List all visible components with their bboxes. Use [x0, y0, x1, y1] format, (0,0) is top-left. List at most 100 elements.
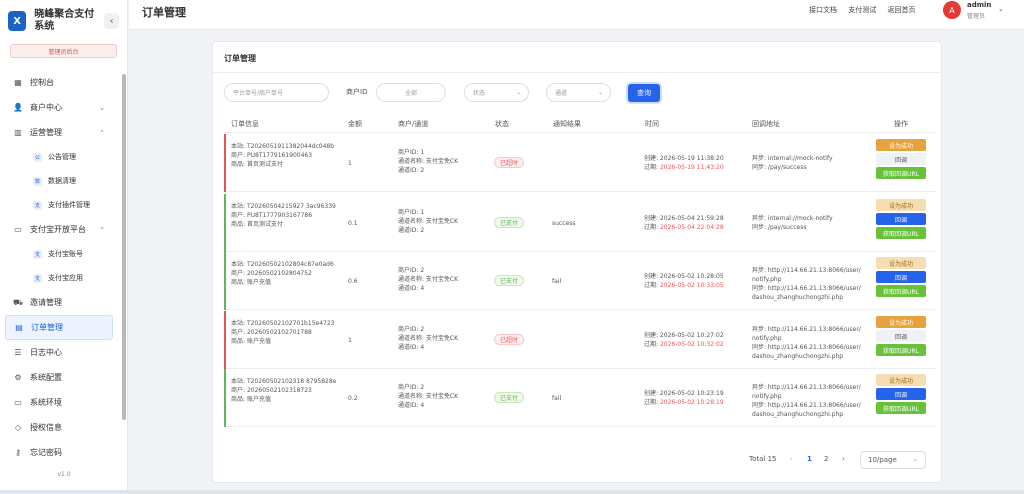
local-order: 本站: T20260502102804c87e0ad6: [231, 260, 341, 269]
sidebar-item-alipay-platform[interactable]: ▭ 支付宝开放平台 ⌃: [0, 217, 127, 242]
avatar[interactable]: A: [943, 1, 961, 19]
callback-button[interactable]: 回调: [876, 153, 926, 165]
merchant-channel: 商户ID: 2 通道名称: 支付宝免CK 通道ID: 4: [398, 266, 458, 293]
horizontal-scrollbar[interactable]: [0, 490, 1024, 494]
get-callback-url-button[interactable]: 获取回调URL: [876, 344, 926, 356]
merchant-id: 商户ID: 2: [398, 384, 425, 391]
sidebar-subitem-plugin-mgmt[interactable]: 支支付插件管理: [0, 193, 127, 217]
sidebar-item-config[interactable]: ⚙ 系统配置: [0, 365, 127, 390]
role-tag: 管理员后台: [10, 44, 117, 58]
col-amount: 金额: [348, 120, 362, 128]
user-icon: 👤: [13, 103, 23, 112]
shield-icon: ◇: [14, 423, 22, 432]
channel-id: 通道ID: 2: [398, 227, 425, 234]
callback-urls: 异步: http://114.66.21.13:8066/user/notify…: [752, 383, 862, 419]
merchant-order-label: 商户:: [231, 270, 246, 277]
goods-label: 商品:: [231, 161, 246, 168]
get-callback-url-button[interactable]: 获取回调URL: [876, 285, 926, 297]
set-success-button[interactable]: 设为成功: [876, 139, 926, 151]
order-info: 本站: T20260502102804c87e0ad6 商户: 20260502…: [231, 260, 341, 287]
sidebar-item-label: 授权信息: [30, 423, 62, 432]
callback-button[interactable]: 回调: [876, 388, 926, 400]
async-url: 异步: http://114.66.21.13:8066/user/notify…: [752, 267, 861, 283]
monitor-icon: ▭: [14, 398, 22, 407]
chevron-down-icon[interactable]: ⌄: [998, 5, 1004, 13]
callback-button[interactable]: 回调: [876, 271, 926, 283]
page-2[interactable]: 2: [824, 455, 828, 463]
plugin-icon: 支: [33, 200, 42, 210]
local-order-label: 本站:: [231, 378, 246, 385]
page-size-select[interactable]: 10/page ⌄: [860, 451, 926, 469]
gear-icon: ⚙: [14, 373, 22, 382]
sidebar-item-forgot-password[interactable]: ⚷ 忘记密码: [0, 440, 127, 465]
set-success-button[interactable]: 设为成功: [876, 257, 926, 269]
row-status-bar: [224, 369, 226, 427]
query-button[interactable]: 查询: [628, 84, 660, 102]
sidebar-subitem-data-cleanup[interactable]: 数数据清理: [0, 169, 127, 193]
prev-page-button[interactable]: ‹: [790, 455, 793, 463]
collapse-sidebar-button[interactable]: ‹: [104, 13, 119, 29]
status-select[interactable]: 状态 ⌄: [464, 83, 529, 102]
user-name[interactable]: admin: [967, 1, 991, 9]
local-order-no: T20260502102804c87e0ad6: [246, 261, 334, 268]
merchant-order: 商户: 20260502102701788: [231, 328, 341, 337]
expire-label: 过期:: [644, 341, 659, 348]
get-callback-url-button[interactable]: 获取回调URL: [876, 167, 926, 179]
filter-bar: 平台单号/商户单号 商户ID 全部 状态 ⌄ 通道 ⌄ 查询: [224, 83, 924, 103]
table-row: 本站: T20260502102701b15e4723 商户: 20260502…: [224, 311, 936, 369]
sidebar-item-logs[interactable]: ☰ 日志中心: [0, 340, 127, 365]
sidebar-item-orders[interactable]: ▤ 订单管理: [5, 315, 113, 340]
callback-button[interactable]: 回调: [876, 213, 926, 225]
chevron-down-icon: ⌄: [515, 89, 521, 96]
channel-select[interactable]: 通道 ⌄: [546, 83, 611, 102]
chevron-up-icon: ⌃: [99, 128, 105, 137]
callback-button[interactable]: 回调: [876, 330, 926, 342]
sidebar-item-merchant-center[interactable]: 👤 商户中心 ⌄: [0, 95, 127, 120]
sidebar-subitem-alipay-apps[interactable]: 支支付宝应用: [0, 266, 127, 290]
get-callback-url-button[interactable]: 获取回调URL: [876, 227, 926, 239]
created-time: 创建: 2026-05-02 10:23:19: [644, 390, 724, 397]
sidebar-item-label: 运营管理: [30, 128, 62, 137]
goods-label: 商品:: [231, 396, 246, 403]
sidebar-item-env[interactable]: ▭ 系统环境: [0, 390, 127, 415]
sidebar-scrollbar[interactable]: [122, 74, 126, 420]
channel-name: 通道名称: 支付宝免CK: [398, 158, 459, 165]
status-badge: 已支付: [494, 392, 525, 403]
link-api-docs[interactable]: 接口文档: [809, 6, 837, 14]
sync-url: 同步: http://114.66.21.13:8066/user/dashou…: [752, 285, 861, 301]
set-success-button[interactable]: 设为成功: [876, 199, 926, 211]
callback-urls: 异步: internal://mock-notify 同步: /pay/succ…: [752, 214, 862, 232]
document-icon: ▤: [15, 323, 23, 332]
sidebar-item-invite[interactable]: ⛟ 邀请管理: [0, 290, 127, 315]
goods-name: 账户充值: [246, 396, 271, 403]
set-success-button[interactable]: 设为成功: [876, 316, 926, 328]
brand: X 晓峰聚合支付系统 ‹: [0, 0, 127, 38]
sidebar-item-license[interactable]: ◇ 授权信息: [0, 415, 127, 440]
sidebar-subitem-alipay-accounts[interactable]: 支支付宝账号: [0, 242, 127, 266]
row-actions: 设为成功 回调 获取回调URL: [876, 316, 928, 358]
link-pay-test[interactable]: 支付测试: [848, 6, 876, 14]
expire-label: 过期:: [644, 282, 659, 289]
grid-icon: ▦: [14, 78, 22, 87]
next-page-button[interactable]: ›: [842, 455, 845, 463]
col-status: 状态: [495, 120, 509, 128]
merchant-id-input[interactable]: 全部: [376, 83, 446, 102]
set-success-button[interactable]: 设为成功: [876, 374, 926, 386]
alipay-icon: 支: [33, 273, 42, 283]
status-badge: 已支付: [494, 275, 525, 286]
sidebar-item-operation[interactable]: ▥ 运营管理 ⌃: [0, 120, 127, 145]
sidebar-item-label: 支付宝开放平台: [30, 225, 86, 234]
page-1[interactable]: 1: [807, 455, 812, 463]
order-no-input[interactable]: 平台单号/商户单号: [224, 83, 329, 102]
get-callback-url-button[interactable]: 获取回调URL: [876, 402, 926, 414]
link-home[interactable]: 返回首页: [887, 6, 915, 14]
sidebar-subitem-announcements[interactable]: 公公告管理: [0, 145, 127, 169]
channel-name: 通道名称: 支付宝免CK: [398, 276, 459, 283]
table-row: 本站: T20260502102804c87e0ad6 商户: 20260502…: [224, 252, 936, 310]
table-row: 本站: T20260504215927 3ac96339 商户: PU8T177…: [224, 194, 936, 252]
merchant-channel: 商户ID: 2 通道名称: 支付宝免CK 通道ID: 4: [398, 325, 458, 352]
sidebar-item-label: 忘记密码: [30, 448, 62, 457]
expire-time: 过期: 2026-05-04 22:04:28: [644, 223, 724, 232]
sidebar-item-dashboard[interactable]: ▦ 控制台: [0, 70, 127, 95]
merchant-order-no: PU8T1777903167786: [246, 212, 313, 219]
